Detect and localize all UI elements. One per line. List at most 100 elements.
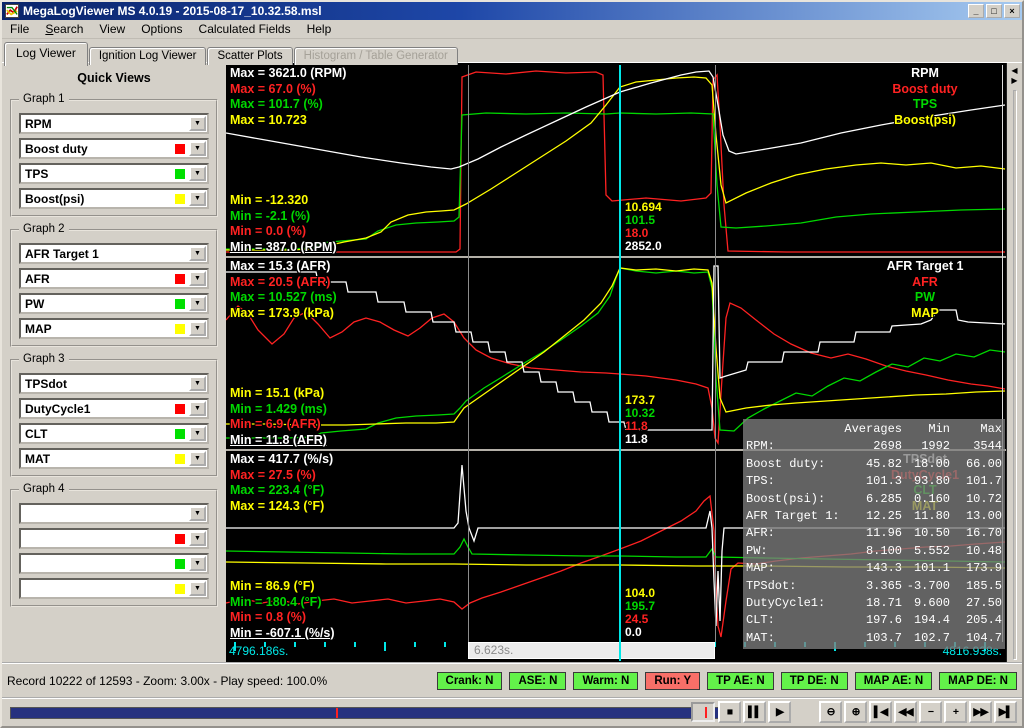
field-select-afr-target-1[interactable]: AFR Target 1▼ [19, 243, 209, 264]
chevron-down-icon: ▼ [194, 145, 201, 152]
menu-item-view[interactable]: View [91, 20, 133, 38]
chevron-down-icon: ▼ [194, 195, 201, 202]
field-select-tps[interactable]: TPS▼ [19, 163, 209, 184]
series-color-swatch [175, 144, 185, 154]
max-label: Max = 3621.0 (RPM) [230, 66, 346, 82]
dropdown-button[interactable]: ▼ [189, 506, 206, 521]
stats-row-afr-target-1: AFR Target 1:12.2511.8013.00 [746, 508, 1002, 525]
dropdown-button[interactable]: ▼ [189, 166, 206, 181]
status-badge-crank: Crank: N [437, 672, 503, 690]
graph1-plot[interactable]: Max = 3621.0 (RPM)Max = 67.0 (%)Max = 10… [226, 65, 1006, 256]
time-selection-box[interactable]: 6.623s. [468, 642, 715, 659]
min-label: Min = 15.1 (kPa) [230, 386, 327, 402]
stats-average-value: 45.82 [844, 456, 902, 473]
max-label: Max = 223.4 (°F) [230, 483, 333, 499]
min-label: Min = -607.1 (%/s) [230, 626, 335, 642]
dropdown-button[interactable]: ▼ [189, 556, 206, 571]
tab-log-viewer[interactable]: Log Viewer [4, 42, 88, 66]
field-select-clt[interactable]: CLT ▼ [19, 423, 209, 444]
dropdown-button[interactable]: ▼ [189, 401, 206, 416]
legend-item: Boost duty [858, 82, 992, 98]
menu-item-file[interactable]: File [2, 20, 37, 38]
scroll-left-icon[interactable]: ◀ [1011, 66, 1017, 76]
chevron-down-icon: ▼ [194, 170, 201, 177]
field-select-mat[interactable]: MAT▼ [19, 448, 209, 469]
stats-row-map: MAP:143.3101.1173.9 [746, 560, 1002, 577]
menu-item-options[interactable]: Options [133, 20, 190, 38]
skip-end-button[interactable]: ▶▌ [994, 701, 1017, 723]
tab-histogram-table-generator: Histogram / Table Generator [294, 47, 458, 65]
field-value: PW [21, 297, 175, 311]
step-forward-button[interactable]: + [944, 701, 967, 723]
field-select-rpm[interactable]: RPM▼ [19, 113, 209, 134]
zoom-in-button[interactable]: ⊕ [844, 701, 867, 723]
field-select-pw[interactable]: PW ▼ [19, 293, 209, 314]
close-button[interactable]: × [1004, 4, 1020, 18]
pause-button[interactable]: ▌▌ [743, 701, 766, 723]
dropdown-button[interactable]: ▼ [189, 376, 206, 391]
dropdown-button[interactable]: ▼ [189, 246, 206, 261]
dropdown-button[interactable]: ▼ [189, 451, 206, 466]
field-value: CLT [21, 427, 175, 441]
graph2-cursor-values: 173.710.3211.811.8 [625, 394, 655, 446]
maximize-button[interactable]: □ [986, 4, 1002, 18]
scroll-track[interactable] [1013, 90, 1017, 660]
stats-average-value: 6.285 [844, 491, 902, 508]
legend-item: Boost(psi) [858, 113, 992, 129]
dropdown-button[interactable]: ▼ [189, 191, 206, 206]
rewind-icon: ◀◀ [898, 707, 912, 718]
menu-item-calculated-fields[interactable]: Calculated Fields [191, 20, 299, 38]
status-badge-warm: Warm: N [573, 672, 638, 690]
field-select-dutycycle1[interactable]: DutyCycle1▼ [19, 398, 209, 419]
field-select-afr[interactable]: AFR▼ [19, 268, 209, 289]
chevron-down-icon: ▼ [194, 405, 201, 412]
play-button[interactable]: ▶ [768, 701, 791, 723]
chevron-down-icon: ▼ [194, 325, 201, 332]
max-label: Max = 10.723 [230, 113, 346, 129]
scroll-right-icon[interactable]: ▶ [1011, 76, 1017, 86]
stats-average-value: 103.7 [844, 630, 902, 647]
field-select-graph-4-3[interactable]: ▼ [19, 553, 209, 574]
graph1-cursor-values: 10.694101.518.02852.0 [625, 201, 662, 253]
tab-scatter-plots[interactable]: Scatter Plots [207, 47, 292, 65]
application-window: MegaLogViewer MS 4.0.19 - 2015-08-17_10.… [0, 0, 1024, 728]
chart-scrollbar[interactable]: ◀ ▶ [1006, 63, 1022, 662]
stop-button[interactable]: ■ [718, 701, 741, 723]
dropdown-button[interactable]: ▼ [189, 271, 206, 286]
minimize-button[interactable]: _ [968, 4, 984, 18]
rewind-button[interactable]: ◀◀ [894, 701, 917, 723]
field-select-boost-psi[interactable]: Boost(psi)▼ [19, 188, 209, 209]
tab-ignition-log-viewer[interactable]: Ignition Log Viewer [89, 47, 207, 65]
log-overview-bar[interactable] [10, 707, 736, 719]
field-select-map[interactable]: MAP▼ [19, 318, 209, 339]
dropdown-button[interactable]: ▼ [189, 426, 206, 441]
time-tick [414, 642, 416, 647]
field-select-tpsdot[interactable]: TPSdot▼ [19, 373, 209, 394]
field-select-graph-4-2[interactable]: ▼ [19, 528, 209, 549]
group-graph-2: Graph 2AFR Target 1▼AFR▼PW▼MAP▼ [10, 229, 218, 347]
max-label: Max = 124.3 (°F) [230, 499, 333, 515]
field-select-boost-duty[interactable]: Boost duty▼ [19, 138, 209, 159]
field-select-graph-4-1[interactable]: ▼ [19, 503, 209, 524]
dropdown-button[interactable]: ▼ [189, 321, 206, 336]
dropdown-button[interactable]: ▼ [189, 296, 206, 311]
step-back-button[interactable]: − [919, 701, 942, 723]
menu-bar: FileSearchViewOptionsCalculated FieldsHe… [2, 20, 1022, 39]
zoom-out-button[interactable]: ⊖ [819, 701, 842, 723]
field-select-graph-4-4[interactable]: ▼ [19, 578, 209, 599]
menu-item-search[interactable]: Search [37, 20, 91, 38]
graph2-max-labels: Max = 15.3 (AFR)Max = 20.5 (AFR)Max = 10… [230, 259, 337, 321]
menu-item-help[interactable]: Help [299, 20, 340, 38]
cursor-line[interactable] [619, 65, 621, 661]
time-tick [324, 642, 326, 647]
dropdown-button[interactable]: ▼ [189, 141, 206, 156]
skip-start-button[interactable]: ▌◀ [869, 701, 892, 723]
stats-average-value: 101.3 [844, 473, 902, 490]
stats-min-value: 10.50 [902, 525, 950, 542]
dropdown-button[interactable]: ▼ [189, 531, 206, 546]
series-color-swatch [175, 584, 185, 594]
dropdown-button[interactable]: ▼ [189, 581, 206, 596]
fast-forward-button[interactable]: ▶▶ [969, 701, 992, 723]
dropdown-button[interactable]: ▼ [189, 116, 206, 131]
stats-max-value: 10.72 [950, 491, 1002, 508]
